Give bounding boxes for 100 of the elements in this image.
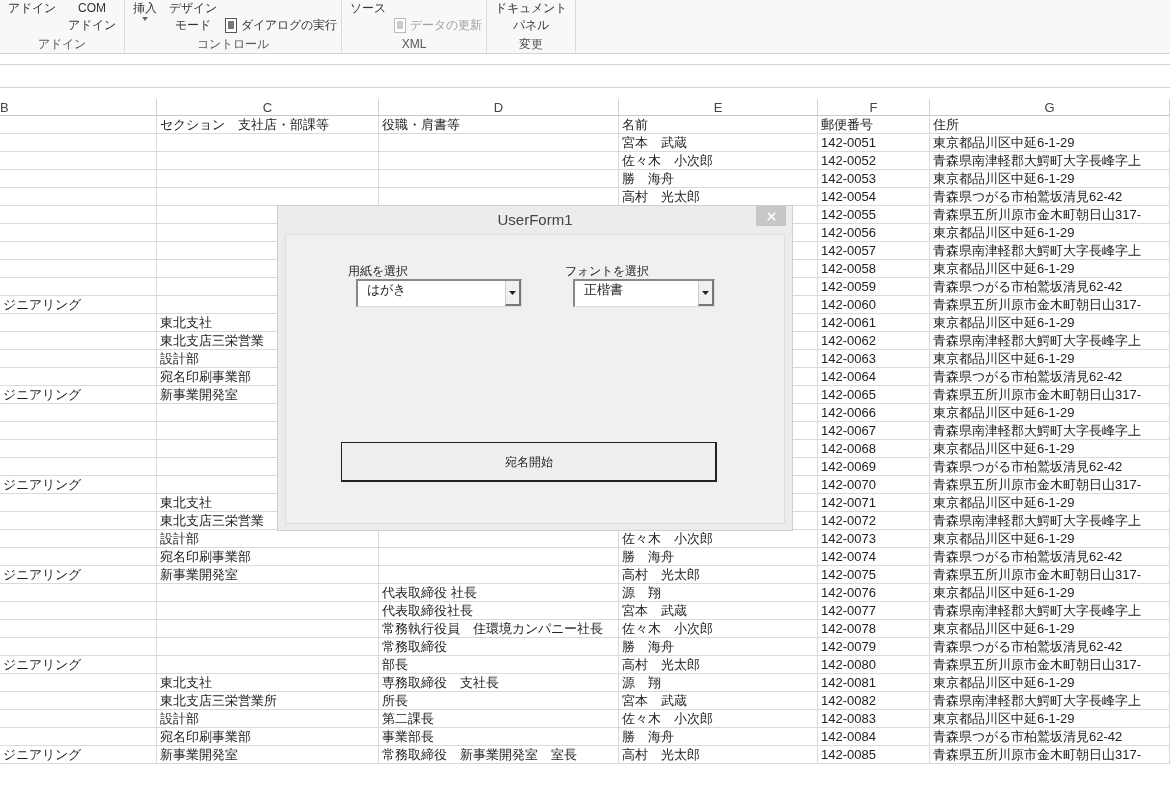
table-cell: 142-0080 <box>821 657 876 672</box>
table-cell: 東京都品川区中延6-1-29 <box>933 585 1075 600</box>
table-cell: 青森県つがる市柏鷲坂清見62-42 <box>933 189 1123 204</box>
column-header[interactable]: G <box>930 99 1170 115</box>
table-cell: 142-0067 <box>821 423 876 438</box>
table-cell: 青森県つがる市柏鷲坂清見62-42 <box>933 549 1123 564</box>
table-cell: 新事業開発室 <box>160 747 238 762</box>
table-cell: 青森県南津軽郡大鰐町大字長峰字上 <box>933 603 1141 618</box>
table-cell: 142-0062 <box>821 333 876 348</box>
group-label: XML <box>401 36 427 53</box>
table-cell: 名前 <box>622 117 648 132</box>
ribbon-button[interactable]: ダイアログの実行 <box>225 16 337 34</box>
table-cell: 142-0058 <box>821 261 876 276</box>
table-cell: 佐々木 小次郎 <box>622 531 713 546</box>
table-cell: 142-0076 <box>821 585 876 600</box>
table-cell: 新事業開発室 <box>160 387 238 402</box>
table-cell: 専務取締役 支社長 <box>382 675 499 690</box>
table-cell: 142-0077 <box>821 603 876 618</box>
table-cell: 代表取締役 社長 <box>382 585 477 600</box>
ribbon-button[interactable]: アドイン <box>4 0 60 17</box>
dropdown-field[interactable]: はがき <box>356 279 522 307</box>
ribbon-button[interactable]: ソース <box>346 0 390 17</box>
table-cell: 東北支社 <box>160 675 212 690</box>
table-cell: 所長 <box>382 693 408 708</box>
field-label: 用紙を選択 <box>348 263 409 279</box>
column-header[interactable]: B <box>0 99 157 115</box>
ribbon-button[interactable]: COM アドイン <box>64 0 120 34</box>
table-cell: 青森県五所川原市金木町朝日山317- <box>933 387 1142 402</box>
table-cell: 東北支店三栄営業 <box>160 513 264 528</box>
table-cell: 142-0059 <box>821 279 876 294</box>
table-cell: 142-0054 <box>821 189 876 204</box>
dropdown-arrow-button[interactable] <box>505 281 521 306</box>
table-cell: 高村 光太郎 <box>622 747 700 762</box>
table-cell: 設計部 <box>160 531 199 546</box>
table-cell: 142-0069 <box>821 459 876 474</box>
caret-icon <box>142 17 148 21</box>
table-cell: 役職・肩書等 <box>382 117 460 132</box>
table-cell: 青森県五所川原市金木町朝日山317- <box>933 657 1142 672</box>
table-cell: 142-0073 <box>821 531 876 546</box>
table-cell: 青森県南津軽郡大鰐町大字長峰字上 <box>933 153 1141 168</box>
table-cell: 142-0051 <box>821 135 876 150</box>
table-cell: 青森県南津軽郡大鰐町大字長峰字上 <box>933 693 1141 708</box>
table-cell: 142-0063 <box>821 351 876 366</box>
ribbon-dropdown-button[interactable]: 挿入 <box>129 0 161 21</box>
table-cell: 142-0078 <box>821 621 876 636</box>
table-cell: 宮本 武蔵 <box>622 135 687 150</box>
table-cell: 青森県五所川原市金木町朝日山317- <box>933 477 1142 492</box>
dropdown-value: はがき <box>366 281 407 299</box>
dropdown-value: 正楷書 <box>583 281 624 299</box>
table-cell: 高村 光太郎 <box>622 567 700 582</box>
close-icon <box>764 209 778 223</box>
column-header[interactable]: C <box>157 99 379 115</box>
table-cell: 142-0079 <box>821 639 876 654</box>
table-cell: 東京都品川区中延6-1-29 <box>933 531 1075 546</box>
table-cell: 青森県南津軽郡大鰐町大字長峰字上 <box>933 513 1141 528</box>
table-cell: 東京都品川区中延6-1-29 <box>933 315 1075 330</box>
column-header[interactable]: D <box>379 99 619 115</box>
table-cell: 東京都品川区中延6-1-29 <box>933 171 1075 186</box>
table-cell: 青森県五所川原市金木町朝日山317- <box>933 297 1142 312</box>
table-cell: 東北支社 <box>160 315 212 330</box>
table-cell: 142-0068 <box>821 441 876 456</box>
field-label: フォントを選択 <box>565 263 650 279</box>
table-cell: 東京都品川区中延6-1-29 <box>933 621 1075 636</box>
table-cell: ジニアリング <box>3 297 81 312</box>
table-cell: 142-0084 <box>821 729 876 744</box>
table-cell: 高村 光太郎 <box>622 657 700 672</box>
ribbon-button[interactable]: ドキュメント パネル <box>491 0 571 34</box>
table-cell: 142-0082 <box>821 693 876 708</box>
column-header[interactable]: F <box>818 99 930 115</box>
table-cell: 142-0056 <box>821 225 876 240</box>
column-header[interactable]: E <box>619 99 818 115</box>
table-cell: 東北支社 <box>160 495 212 510</box>
table-cell: 青森県つがる市柏鷲坂清見62-42 <box>933 729 1123 744</box>
table-cell: 東京都品川区中延6-1-29 <box>933 405 1075 420</box>
table-cell: 青森県五所川原市金木町朝日山317- <box>933 747 1142 762</box>
dropdown-field[interactable]: 正楷書 <box>573 279 715 307</box>
group-label: コントロール <box>197 36 269 53</box>
table-cell: 源 翔 <box>622 675 661 690</box>
table-cell: 142-0053 <box>821 171 876 186</box>
table-cell: ジニアリング <box>3 747 81 762</box>
table-cell: 宮本 武蔵 <box>622 603 687 618</box>
table-cell: セクション 支社店・部課等 <box>160 117 329 132</box>
start-button[interactable]: 宛名開始 <box>341 442 717 482</box>
table-cell: 青森県五所川原市金木町朝日山317- <box>933 207 1142 222</box>
table-cell: 142-0064 <box>821 369 876 384</box>
table-cell: 142-0065 <box>821 387 876 402</box>
table-cell: 東京都品川区中延6-1-29 <box>933 711 1075 726</box>
table-cell: 青森県南津軽郡大鰐町大字長峰字上 <box>933 333 1141 348</box>
table-cell: 東京都品川区中延6-1-29 <box>933 675 1075 690</box>
group-label: アドイン <box>38 36 86 53</box>
table-cell: 青森県つがる市柏鷲坂清見62-42 <box>933 639 1123 654</box>
table-cell: 事業部長 <box>382 729 434 744</box>
ribbon-button[interactable]: デザイン モード <box>165 0 221 34</box>
table-cell: 東京都品川区中延6-1-29 <box>933 495 1075 510</box>
table-cell: 142-0070 <box>821 477 876 492</box>
document-icon <box>394 17 406 33</box>
table-cell: 高村 光太郎 <box>622 189 700 204</box>
table-cell: 住所 <box>933 117 959 132</box>
dropdown-arrow-button[interactable] <box>698 281 714 306</box>
table-cell: 佐々木 小次郎 <box>622 153 713 168</box>
